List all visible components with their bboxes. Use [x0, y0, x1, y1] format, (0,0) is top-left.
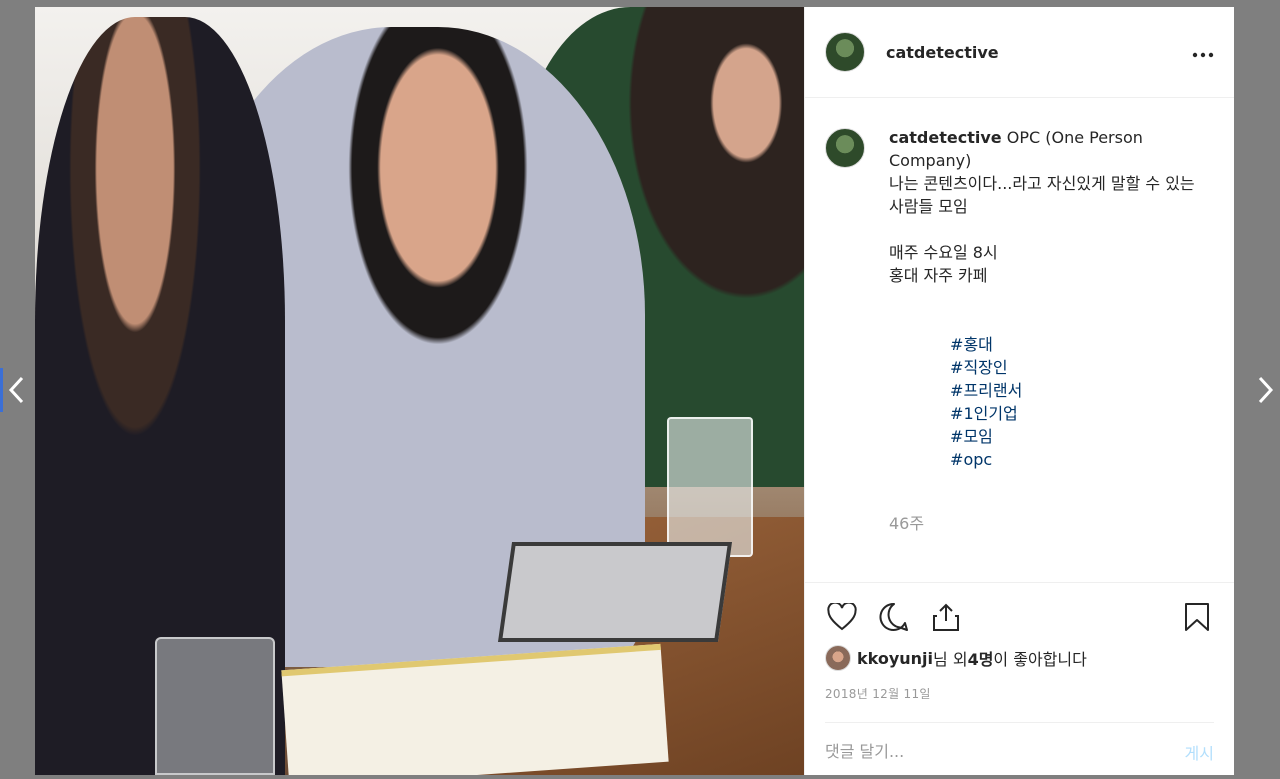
- share-button[interactable]: [929, 600, 963, 634]
- more-options-icon[interactable]: [1192, 42, 1214, 63]
- post-photo: [35, 7, 804, 775]
- post-actions: kkoyunji 님 외 4명 이 좋아합니다 2018년 12월 11일 게시: [805, 582, 1234, 775]
- caption: catdetective OPC (One Person Company) 나는…: [825, 126, 1214, 535]
- hashtag-link[interactable]: #모임: [950, 427, 993, 446]
- action-icons-row: [825, 597, 1214, 637]
- caption-age: 46주: [889, 514, 925, 533]
- caption-hashtags: #홍대 #직장인 #프리랜서 #1인기업 #모임 #opc: [889, 310, 1214, 494]
- hashtag-link[interactable]: #opc: [950, 450, 992, 469]
- comment-button[interactable]: [877, 600, 911, 634]
- share-icon: [933, 603, 959, 631]
- caption-username[interactable]: catdetective: [889, 128, 1002, 147]
- hashtag-link[interactable]: #1인기업: [950, 404, 1018, 423]
- post-header: catdetective: [805, 7, 1234, 98]
- liker-avatar[interactable]: [825, 645, 851, 671]
- likes-summary: kkoyunji 님 외 4명 이 좋아합니다: [825, 645, 1214, 671]
- heart-icon: [827, 603, 857, 631]
- post-comment-button[interactable]: 게시: [1185, 740, 1214, 764]
- liker-username[interactable]: kkoyunji: [857, 649, 933, 668]
- next-post-button[interactable]: [1250, 368, 1280, 412]
- post-modal: catdetective catdetective OPC (One Perso…: [35, 7, 1234, 775]
- post-date: 2018년 12월 11일: [825, 687, 931, 701]
- bookmark-icon: [1185, 603, 1209, 631]
- author-avatar[interactable]: [825, 32, 865, 72]
- like-button[interactable]: [825, 600, 859, 634]
- previous-post-button[interactable]: [0, 368, 30, 412]
- chevron-left-icon: [8, 376, 23, 404]
- likes-text-end: 이 좋아합니다: [993, 650, 1087, 669]
- hashtag-link[interactable]: #홍대: [950, 335, 993, 354]
- post-sidebar: catdetective catdetective OPC (One Perso…: [804, 7, 1234, 775]
- comment-form: 게시: [825, 722, 1214, 779]
- likes-count[interactable]: 4명: [968, 646, 994, 670]
- author-username[interactable]: catdetective: [886, 43, 999, 62]
- comment-icon: [879, 602, 908, 631]
- save-button[interactable]: [1180, 600, 1214, 634]
- comment-input[interactable]: [825, 742, 1185, 761]
- chevron-right-icon: [1258, 376, 1274, 404]
- hashtag-link[interactable]: #직장인: [950, 358, 1008, 377]
- caption-text-line3: 매주 수요일 8시: [889, 243, 998, 262]
- caption-avatar[interactable]: [825, 128, 865, 168]
- caption-text-line4: 홍대 자주 카페: [889, 266, 988, 285]
- hashtag-link[interactable]: #프리랜서: [950, 381, 1022, 400]
- likes-text-mid: 님 외: [933, 650, 968, 669]
- caption-text-line2: 나는 콘텐츠이다...라고 자신있게 말할 수 있는 사람들 모임: [889, 174, 1200, 216]
- comments-section: catdetective OPC (One Person Company) 나는…: [805, 98, 1234, 582]
